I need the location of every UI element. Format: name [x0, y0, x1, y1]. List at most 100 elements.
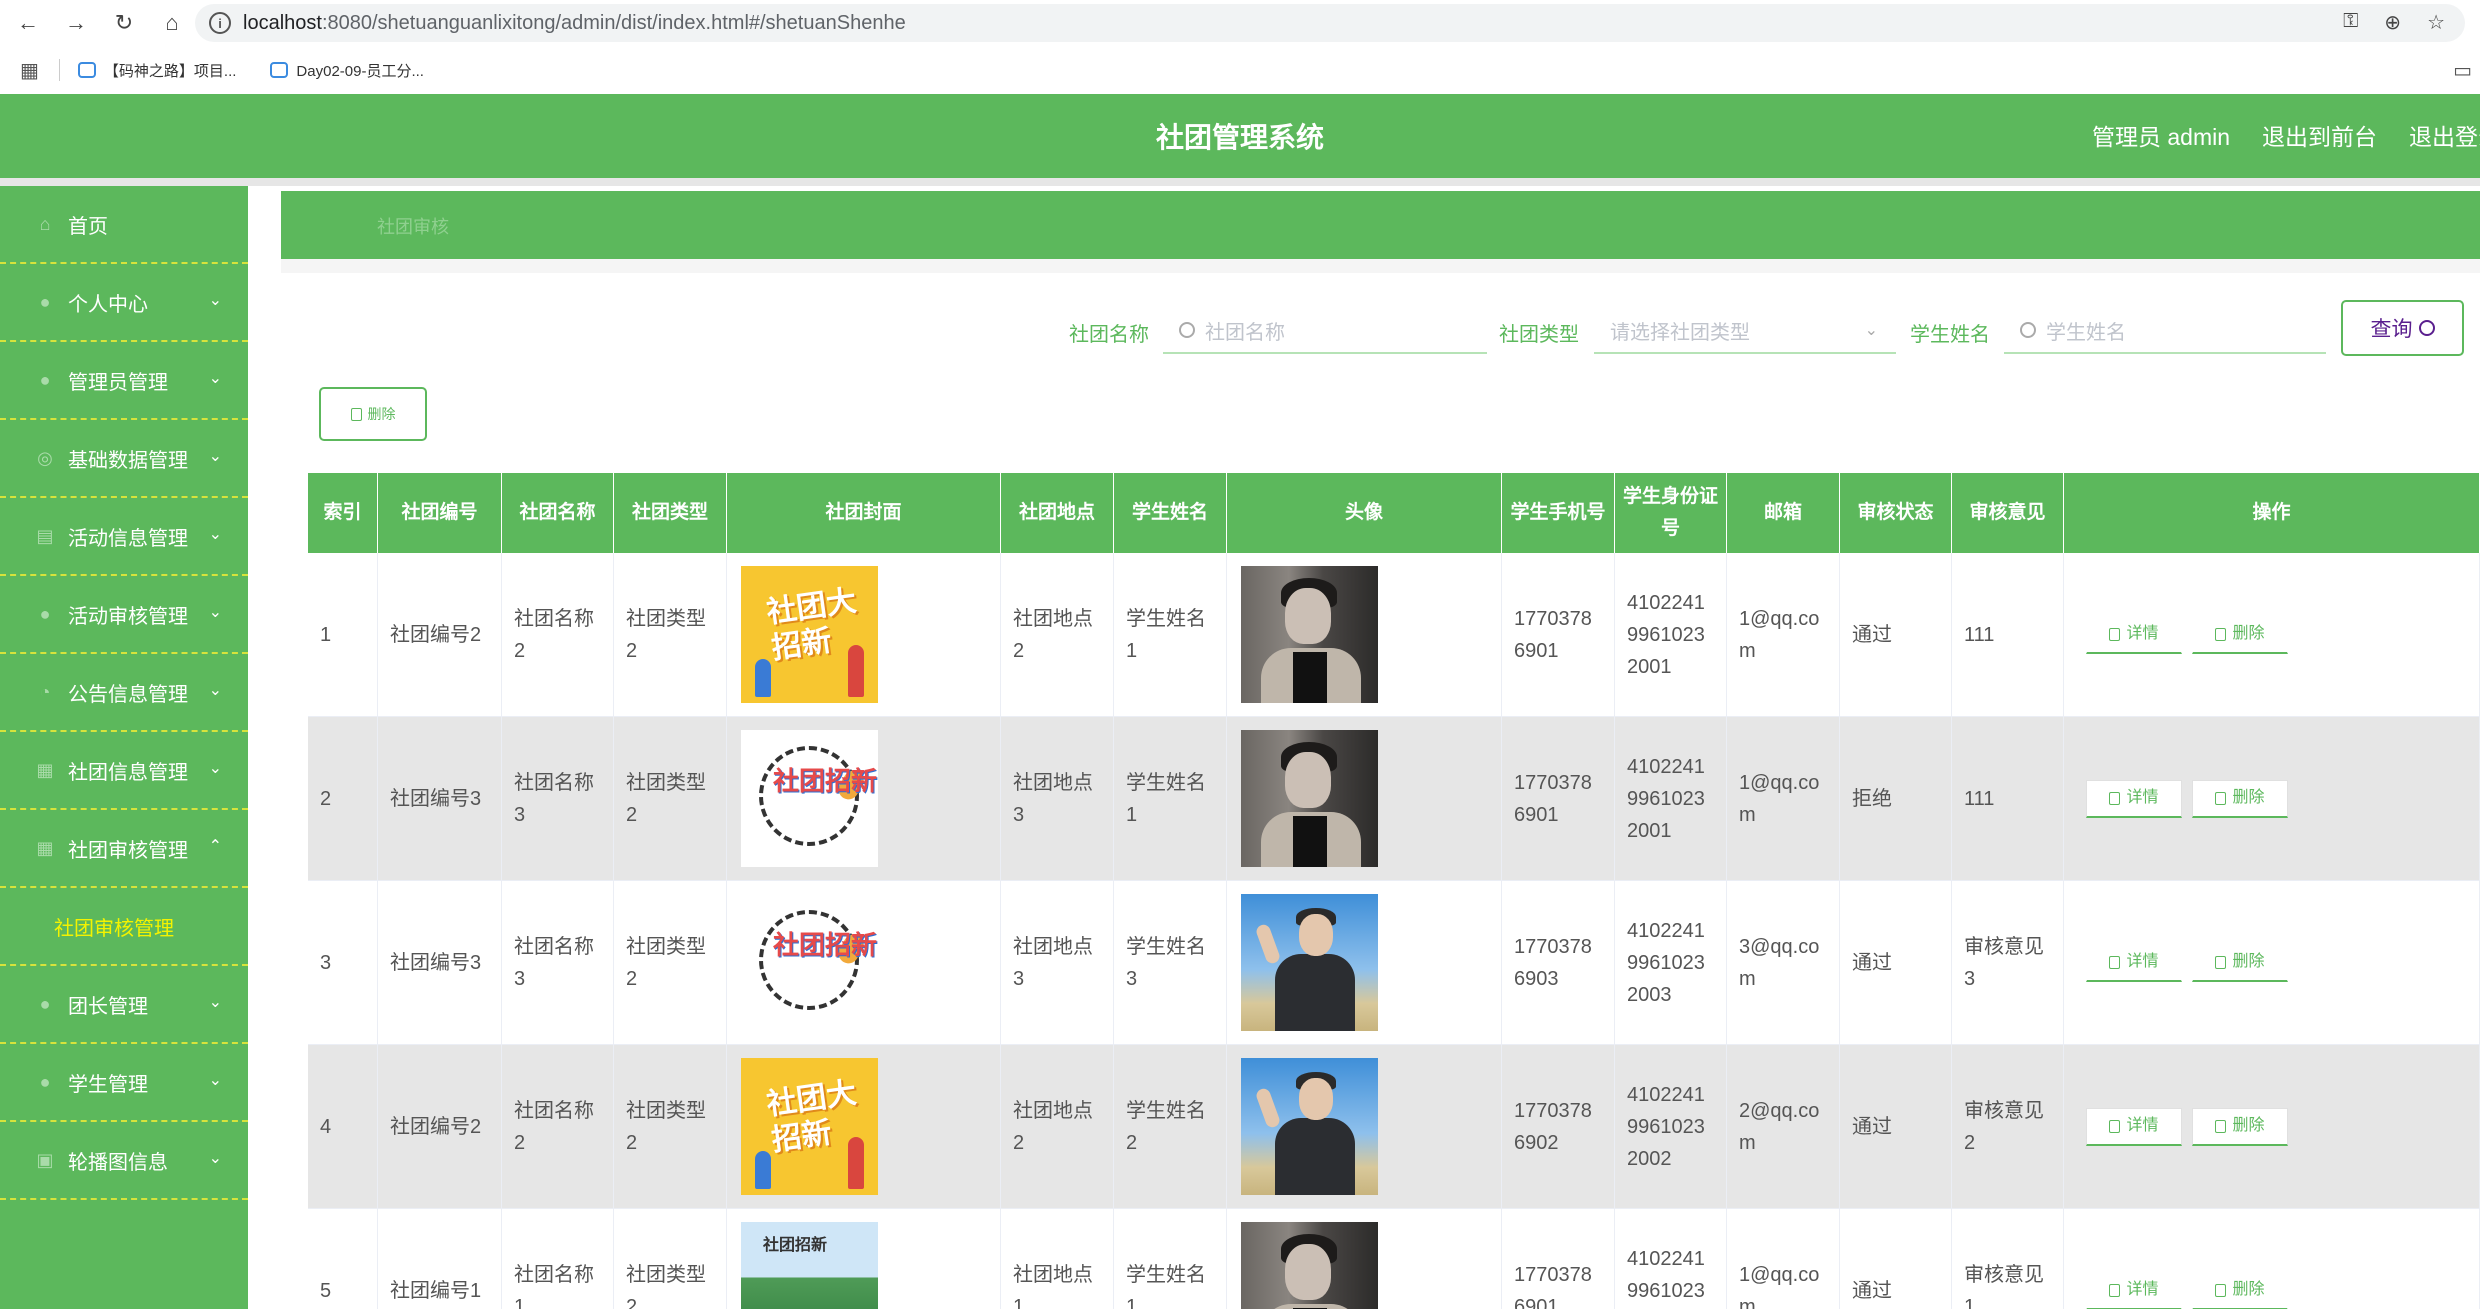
sidebar-item-leaders[interactable]: ● 团长管理 ⌄ [0, 966, 248, 1044]
club-type-select[interactable]: 请选择社团类型 ⌄ [1594, 308, 1896, 354]
apps-grid-icon[interactable]: ▦ [20, 58, 39, 83]
cell-status: 拒绝 [1840, 717, 1952, 880]
trash-icon [2215, 1283, 2227, 1297]
cell-opinion: 审核意见3 [1952, 881, 2064, 1044]
detail-button[interactable]: 详情 [2086, 943, 2182, 982]
user-icon: ● [39, 993, 51, 1014]
cell-place: 社团地点3 [1001, 717, 1114, 880]
site-info-icon[interactable]: i [209, 12, 231, 34]
trash-icon [2215, 791, 2227, 805]
cell-code: 社团编号1 [378, 1209, 502, 1309]
cell-place: 社团地点3 [1001, 881, 1114, 1044]
key-icon[interactable]: ⚿ [2343, 10, 2358, 35]
th-opinion: 审核意见 [1952, 473, 2064, 553]
cell-phone: 17703786903 [1502, 881, 1615, 1044]
chevron-down-icon: ⌄ [208, 760, 222, 777]
sidebar-item-club-review[interactable]: ▦ 社团审核管理 ⌃ [0, 810, 248, 888]
cell-email: 2@qq.com [1727, 1045, 1840, 1208]
avatar [1241, 894, 1378, 1031]
sidebar-item-students[interactable]: ● 学生管理 ⌄ [0, 1044, 248, 1122]
back-icon[interactable]: ← [8, 3, 48, 43]
user-icon: ● [39, 603, 51, 624]
trash-icon [2215, 627, 2227, 641]
student-name-input[interactable]: 学生姓名 [2004, 308, 2326, 354]
student-name-label: 学生姓名 [1910, 324, 1990, 346]
avatar [1241, 730, 1378, 867]
cell-idcard: 410224199610232003 [1615, 881, 1727, 1044]
detail-button[interactable]: 详情 [2086, 779, 2182, 818]
cell-phone: 17703786901 [1502, 1209, 1615, 1309]
cell-index: 3 [308, 881, 378, 1044]
grid-icon: ▦ [36, 837, 54, 858]
forward-icon[interactable]: → [56, 3, 96, 43]
cell-email: 1@qq.com [1727, 717, 1840, 880]
search-icon [1179, 322, 1195, 338]
cell-student: 学生姓名1 [1114, 553, 1227, 716]
club-name-input[interactable]: 社团名称 [1163, 308, 1487, 354]
batch-delete-button[interactable]: 删除 [319, 387, 427, 441]
bilibili-icon [77, 62, 96, 78]
chevron-down-icon: ⌄ [208, 526, 222, 543]
admin-user-label: 管理员 admin [2092, 124, 2231, 150]
address-bar[interactable]: i localhost:8080/shetuanguanlixitong/adm… [195, 4, 2465, 42]
zoom-icon[interactable]: ⊕ [2384, 10, 2401, 35]
delete-button[interactable]: 删除 [2192, 779, 2288, 818]
detail-button[interactable]: 详情 [2086, 1107, 2182, 1146]
cell-avatar [1227, 1045, 1502, 1208]
query-button[interactable]: 查询 [2341, 300, 2464, 356]
detail-button[interactable]: 详情 [2086, 1271, 2182, 1309]
home-icon: ⌂ [39, 213, 51, 234]
th-type: 社团类型 [614, 473, 727, 553]
document-icon [2109, 955, 2121, 969]
avatar [1241, 1222, 1378, 1309]
folder-icon[interactable]: ▭ [2453, 58, 2472, 83]
sidebar-item-notices[interactable]: ◔ 公告信息管理 ⌄ [0, 654, 248, 732]
table-row: 5 社团编号1 社团名称1 社团类型2 社团招新 社团地点1 学生姓名1 177… [308, 1209, 2480, 1309]
delete-button[interactable]: 删除 [2192, 1271, 2288, 1309]
bookmark-1[interactable]: 【码神之路】项目... [77, 60, 236, 81]
th-status: 审核状态 [1840, 473, 1952, 553]
delete-button[interactable]: 删除 [2192, 1107, 2288, 1146]
club-cover-image: 社团招新 [741, 894, 878, 1031]
sidebar-subitem-club-review[interactable]: 社团审核管理 [0, 888, 248, 966]
club-name-label: 社团名称 [1069, 324, 1149, 346]
bookmark-2[interactable]: Day02-09-员工分... [270, 60, 424, 81]
cell-name: 社团名称3 [502, 717, 614, 880]
delete-button[interactable]: 删除 [2192, 615, 2288, 654]
cell-cover: 社团大招新 [727, 1045, 1001, 1208]
trash-icon [2215, 1119, 2227, 1133]
cell-avatar [1227, 553, 1502, 716]
document-icon [2109, 791, 2121, 805]
browser-toolbar: ← → ↻ ⌂ i localhost:8080/shetuanguanlixi… [0, 0, 2480, 46]
cell-student: 学生姓名2 [1114, 1045, 1227, 1208]
chevron-down-icon: ⌄ [208, 370, 222, 387]
delete-button[interactable]: 删除 [2192, 943, 2288, 982]
cell-opinion: 111 [1952, 717, 2064, 880]
cell-avatar [1227, 1209, 1502, 1309]
cell-status: 通过 [1840, 1209, 1952, 1309]
search-form: 社团名称 社团名称 社团类型 请选择社团类型 ⌄ 学生姓名 学生姓名 查询 [0, 300, 2480, 360]
th-index: 索引 [308, 473, 378, 553]
cell-place: 社团地点2 [1001, 553, 1114, 716]
star-icon[interactable]: ☆ [2427, 10, 2445, 35]
table-row: 4 社团编号2 社团名称2 社团类型2 社团大招新 社团地点2 学生姓名2 17… [308, 1045, 2480, 1209]
cell-code: 社团编号3 [378, 881, 502, 1044]
sidebar-item-basic-data[interactable]: ◎ 基础数据管理 ⌄ [0, 420, 248, 498]
sidebar-item-activity-review[interactable]: ● 活动审核管理 ⌄ [0, 576, 248, 654]
sidebar-item-home[interactable]: ⌂ 首页 [0, 186, 248, 264]
sidebar-item-activities[interactable]: ▤ 活动信息管理 ⌄ [0, 498, 248, 576]
home-icon[interactable]: ⌂ [152, 3, 192, 43]
cell-code: 社团编号2 [378, 553, 502, 716]
logout-link[interactable]: 退出登录 [2409, 118, 2480, 152]
image-icon: ▣ [36, 1149, 54, 1170]
sidebar-item-carousel[interactable]: ▣ 轮播图信息 ⌄ [0, 1122, 248, 1200]
table-row: 1 社团编号2 社团名称2 社团类型2 社团大招新 社团地点2 学生姓名1 17… [308, 553, 2480, 717]
cell-type: 社团类型2 [614, 1045, 727, 1208]
cell-actions: 详情 删除 [2064, 881, 2480, 1044]
sidebar-item-clubs[interactable]: ▦ 社团信息管理 ⌄ [0, 732, 248, 810]
to-front-link[interactable]: 退出到前台 [2262, 118, 2377, 152]
detail-button[interactable]: 详情 [2086, 615, 2182, 654]
reload-icon[interactable]: ↻ [104, 3, 144, 43]
th-code: 社团编号 [378, 473, 502, 553]
table-row: 2 社团编号3 社团名称3 社团类型2 社团招新 社团地点3 学生姓名1 177… [308, 717, 2480, 881]
